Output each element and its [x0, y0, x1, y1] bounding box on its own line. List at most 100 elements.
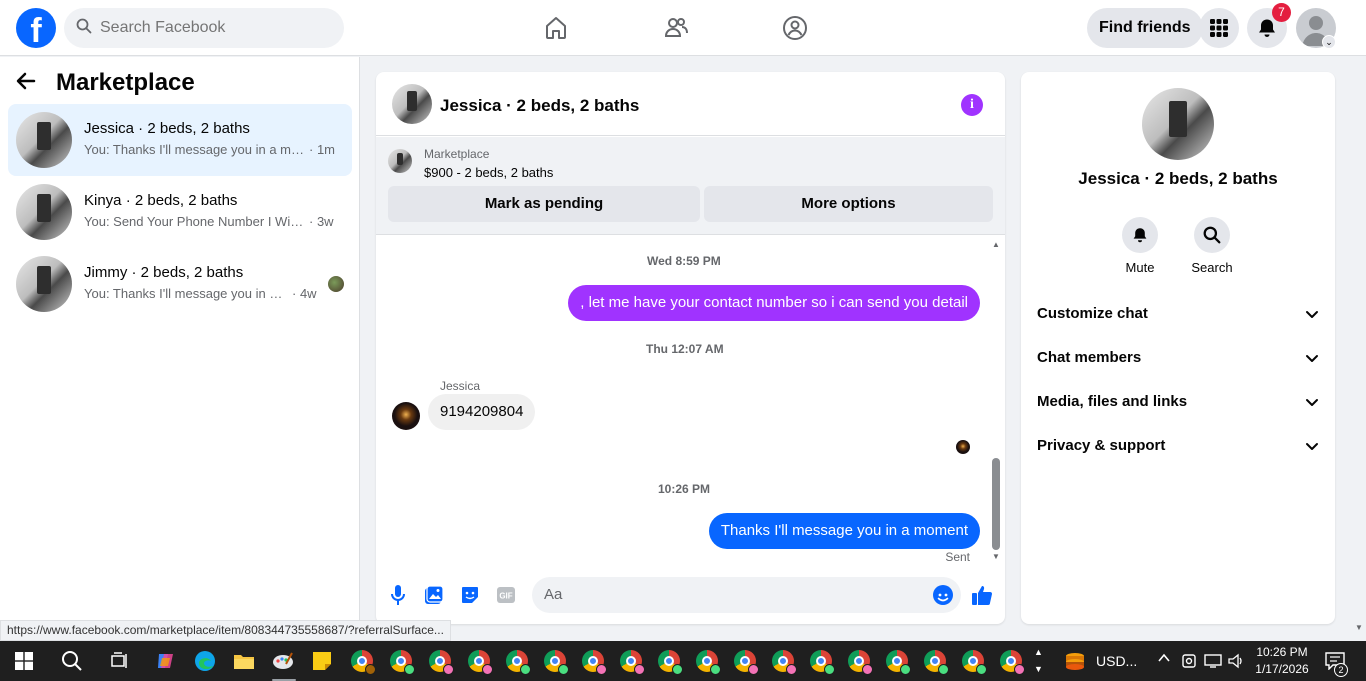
listing-thumbnail [16, 256, 72, 312]
read-receipt-avatar [956, 440, 970, 454]
incoming-message[interactable]: 9194209804 [428, 394, 536, 430]
network-icon[interactable] [1204, 653, 1222, 674]
chrome-window-icon[interactable] [733, 649, 759, 675]
sticky-notes-icon[interactable] [310, 649, 334, 673]
chrome-window-icon[interactable] [923, 649, 949, 675]
page-title: Marketplace [56, 69, 195, 96]
chrome-window-icon[interactable] [505, 649, 531, 675]
volume-icon[interactable] [1228, 653, 1246, 674]
search-action[interactable]: Search [1182, 217, 1242, 275]
thread-scrollbar[interactable]: ▲ ▼ [991, 240, 1001, 562]
chrome-window-icon[interactable] [467, 649, 493, 675]
chrome-window-icon[interactable] [428, 649, 454, 675]
paint-icon[interactable] [271, 649, 295, 673]
page-scrollbar[interactable]: ▼ [1352, 57, 1366, 641]
info-icon[interactable]: i [961, 94, 983, 116]
conversation-item[interactable]: Jimmy · 2 beds, 2 baths You: Thanks I'll… [8, 248, 352, 320]
status-bar-url: https://www.facebook.com/marketplace/ite… [0, 620, 451, 641]
chrome-window-icon[interactable] [543, 649, 569, 675]
edge-icon[interactable] [193, 649, 217, 673]
more-options-button[interactable]: More options [704, 186, 993, 222]
search-icon[interactable] [1194, 217, 1230, 253]
microphone-icon[interactable] [387, 584, 409, 606]
chrome-window-icon[interactable] [581, 649, 607, 675]
conversation-snippet: You: Thanks I'll message you in a mo... [84, 142, 306, 157]
scroll-thumb[interactable] [992, 458, 1000, 550]
scroll-down-arrow-icon[interactable]: ▼ [992, 552, 1000, 561]
chat-members-row[interactable]: Chat members [1037, 349, 1319, 373]
scroll-up-arrow-icon[interactable]: ▲ [992, 240, 1000, 249]
file-explorer-icon[interactable] [232, 649, 256, 673]
chat-title[interactable]: Jessica · 2 beds, 2 baths [440, 96, 639, 116]
currency-widget-label[interactable]: USD... [1096, 653, 1137, 669]
home-icon[interactable] [540, 12, 572, 44]
groups-icon[interactable] [779, 12, 811, 44]
taskbar-overflow-arrows-icon[interactable]: ▲ ▼ [1034, 644, 1043, 678]
copilot-icon[interactable] [154, 649, 178, 673]
friends-icon[interactable] [660, 12, 692, 44]
chrome-window-icon[interactable] [657, 649, 683, 675]
windows-taskbar: ▲ ▼ USD... 10:26 PM 1/17/2026 2 [0, 641, 1366, 681]
account-chevron-icon[interactable]: ⌄ [1322, 35, 1336, 49]
sticker-icon[interactable] [459, 584, 481, 606]
mark-as-pending-button[interactable]: Mark as pending [388, 186, 700, 222]
chrome-window-icon[interactable] [809, 649, 835, 675]
search-input[interactable] [100, 19, 320, 37]
menu-label: Customize chat [1037, 305, 1148, 322]
conversation-time: · 3w [309, 214, 334, 229]
chrome-window-icon[interactable] [771, 649, 797, 675]
find-friends-button[interactable]: Find friends [1087, 8, 1203, 48]
chrome-window-icon[interactable] [695, 649, 721, 675]
message-input[interactable]: Aa [532, 577, 961, 613]
chrome-window-icon[interactable] [389, 649, 415, 675]
facebook-logo[interactable]: f [16, 8, 56, 48]
search-box[interactable] [64, 8, 344, 48]
outgoing-message[interactable]: Thanks I'll message you in a moment [708, 513, 980, 549]
bell-icon[interactable] [1122, 217, 1158, 253]
conversation-item[interactable]: Jessica · 2 beds, 2 baths You: Thanks I'… [8, 104, 352, 176]
listing-price[interactable]: $900 - 2 beds, 2 baths [424, 165, 553, 180]
conversation-snippet-row: You: Thanks I'll message you in a mo... … [84, 142, 335, 157]
chrome-window-icon[interactable] [350, 649, 376, 675]
listing-photo[interactable] [1142, 88, 1214, 160]
system-clock[interactable]: 10:26 PM 1/17/2026 [1252, 644, 1312, 678]
sender-avatar[interactable] [392, 402, 420, 430]
emoji-icon[interactable] [933, 585, 953, 605]
conversation-snippet: You: Send Your Phone Number I Will ... [84, 214, 306, 229]
chat-details-name: Jessica · 2 beds, 2 baths [1078, 169, 1278, 188]
chat-thumbnail[interactable] [392, 84, 432, 124]
thumbs-up-icon[interactable] [971, 584, 993, 606]
chrome-window-icon[interactable] [619, 649, 645, 675]
conversation-snippet-row: You: Thanks I'll message you in a ... · … [84, 286, 317, 301]
chevron-down-icon [1305, 395, 1319, 413]
back-arrow-icon[interactable] [16, 71, 36, 96]
seen-avatar [328, 276, 344, 292]
privacy-support-row[interactable]: Privacy & support [1037, 437, 1319, 461]
task-view-icon[interactable] [108, 649, 132, 673]
message-input-placeholder: Aa [544, 586, 563, 603]
conversation-item[interactable]: Kinya · 2 beds, 2 baths You: Send Your P… [8, 176, 352, 248]
outgoing-message[interactable]: , let me have your contact number so i c… [568, 285, 980, 321]
mute-action[interactable]: Mute [1110, 217, 1170, 275]
windows-start-icon[interactable] [12, 649, 36, 673]
chrome-window-icon[interactable] [847, 649, 873, 675]
search-icon[interactable] [60, 649, 84, 673]
menu-grid-icon [1210, 19, 1228, 37]
conversation-list-panel: Marketplace Jessica · 2 beds, 2 baths Yo… [0, 57, 360, 641]
message-timestamp: 10:26 PM [658, 482, 711, 496]
customize-chat-row[interactable]: Customize chat [1037, 305, 1319, 329]
chrome-window-icon[interactable] [885, 649, 911, 675]
currency-widget-icon[interactable] [1063, 649, 1087, 673]
chrome-window-icon[interactable] [999, 649, 1025, 675]
tray-chevron-up-icon[interactable] [1157, 651, 1171, 668]
chat-header: Jessica · 2 beds, 2 baths i [376, 72, 1005, 136]
page-scroll-down-icon[interactable]: ▼ [1355, 623, 1363, 632]
media-files-links-row[interactable]: Media, files and links [1037, 393, 1319, 417]
photo-icon[interactable] [423, 584, 445, 606]
search-icon [76, 18, 92, 39]
camera-tray-icon[interactable] [1182, 653, 1196, 674]
search-label: Search [1191, 260, 1233, 275]
gif-icon[interactable]: GIF [495, 584, 517, 606]
menu-grid-button[interactable] [1199, 8, 1239, 48]
chrome-window-icon[interactable] [961, 649, 987, 675]
